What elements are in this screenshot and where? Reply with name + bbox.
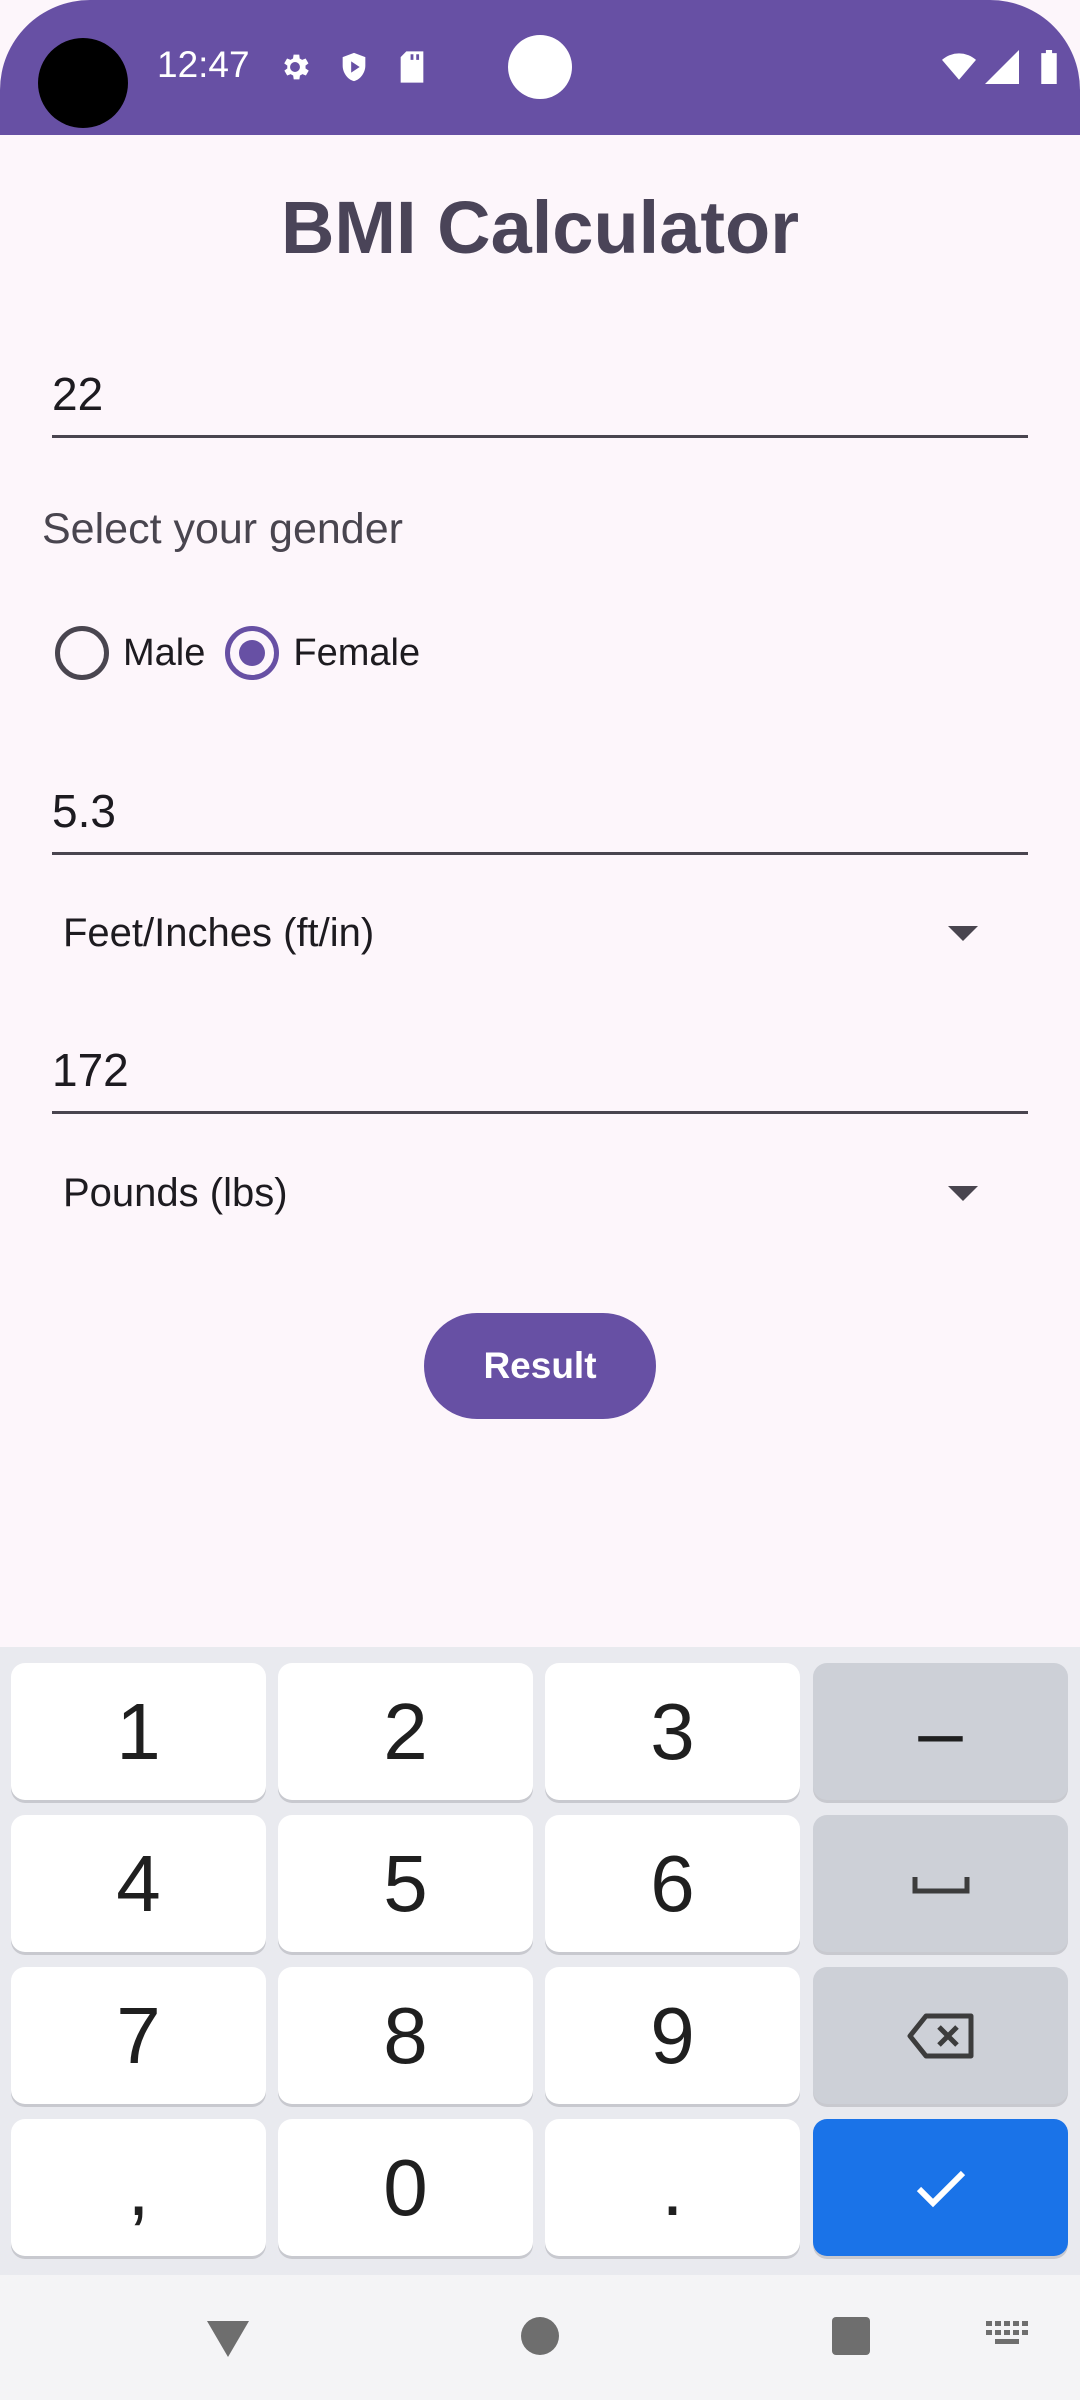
male-radio-label[interactable]: Male xyxy=(123,632,205,675)
key-1[interactable]: 1 xyxy=(11,1663,266,1800)
home-icon[interactable] xyxy=(521,2317,559,2355)
height-unit-dropdown[interactable]: Feet/Inches (ft/in) xyxy=(63,898,1003,968)
status-bar: 12:47 xyxy=(0,0,1080,135)
wifi-icon xyxy=(942,50,976,84)
key-9[interactable]: 9 xyxy=(545,1967,800,2104)
chevron-down-icon xyxy=(948,1185,978,1201)
weight-unit-dropdown[interactable]: Pounds (lbs) xyxy=(63,1158,1003,1228)
settings-icon xyxy=(278,50,312,84)
key-3[interactable]: 3 xyxy=(545,1663,800,1800)
male-radio[interactable] xyxy=(55,626,109,680)
height-unit-selected: Feet/Inches (ft/in) xyxy=(63,910,375,955)
weight-unit-selected: Pounds (lbs) xyxy=(63,1170,288,1215)
back-icon[interactable] xyxy=(207,2321,249,2357)
space-icon xyxy=(912,1876,969,1893)
result-button[interactable]: Result xyxy=(424,1313,656,1419)
gender-radio-group: Male Female xyxy=(55,624,440,682)
key-2[interactable]: 2 xyxy=(278,1663,533,1800)
key-7[interactable]: 7 xyxy=(11,1967,266,2104)
page-title: BMI Calculator xyxy=(280,186,800,269)
shield-play-icon xyxy=(337,50,371,84)
age-value: 22 xyxy=(52,368,104,420)
status-time: 12:47 xyxy=(157,44,250,85)
space-key[interactable] xyxy=(813,1815,1068,1952)
chevron-down-icon xyxy=(948,925,978,941)
backspace-key[interactable] xyxy=(813,1967,1068,2104)
key-8[interactable]: 8 xyxy=(278,1967,533,2104)
checkmark-icon xyxy=(916,2170,965,2207)
key-6[interactable]: 6 xyxy=(545,1815,800,1952)
key-4[interactable]: 4 xyxy=(11,1815,266,1952)
numeric-keyboard: 1 2 3 – 4 5 6 7 8 9 , 0 . xyxy=(0,1647,1080,2275)
gender-label: Select your gender xyxy=(42,505,403,553)
screen: 12:47 BMI Calculator 22 Select your gend… xyxy=(0,0,1080,2400)
height-input[interactable]: 5.3 xyxy=(52,775,1028,855)
key-0[interactable]: 0 xyxy=(278,2119,533,2256)
key-comma[interactable]: , xyxy=(11,2119,266,2256)
battery-icon xyxy=(1032,50,1066,84)
sd-card-icon xyxy=(395,50,429,84)
weight-input[interactable]: 172 xyxy=(52,1034,1028,1114)
height-value: 5.3 xyxy=(52,785,116,837)
keyboard-switch-icon[interactable] xyxy=(986,2321,1028,2347)
female-radio[interactable] xyxy=(225,626,280,680)
recents-icon[interactable] xyxy=(832,2317,870,2355)
front-sensor-dot xyxy=(508,35,572,99)
navigation-bar xyxy=(0,2275,1080,2400)
done-key[interactable] xyxy=(813,2119,1068,2256)
female-radio-label[interactable]: Female xyxy=(293,632,420,675)
weight-value: 172 xyxy=(52,1044,129,1096)
signal-icon xyxy=(985,50,1019,84)
backspace-icon xyxy=(907,2013,973,2058)
age-input[interactable]: 22 xyxy=(52,358,1028,438)
key-5[interactable]: 5 xyxy=(278,1815,533,1952)
camera-cutout xyxy=(38,38,128,128)
key-period[interactable]: . xyxy=(545,2119,800,2256)
key-minus[interactable]: – xyxy=(813,1663,1068,1800)
